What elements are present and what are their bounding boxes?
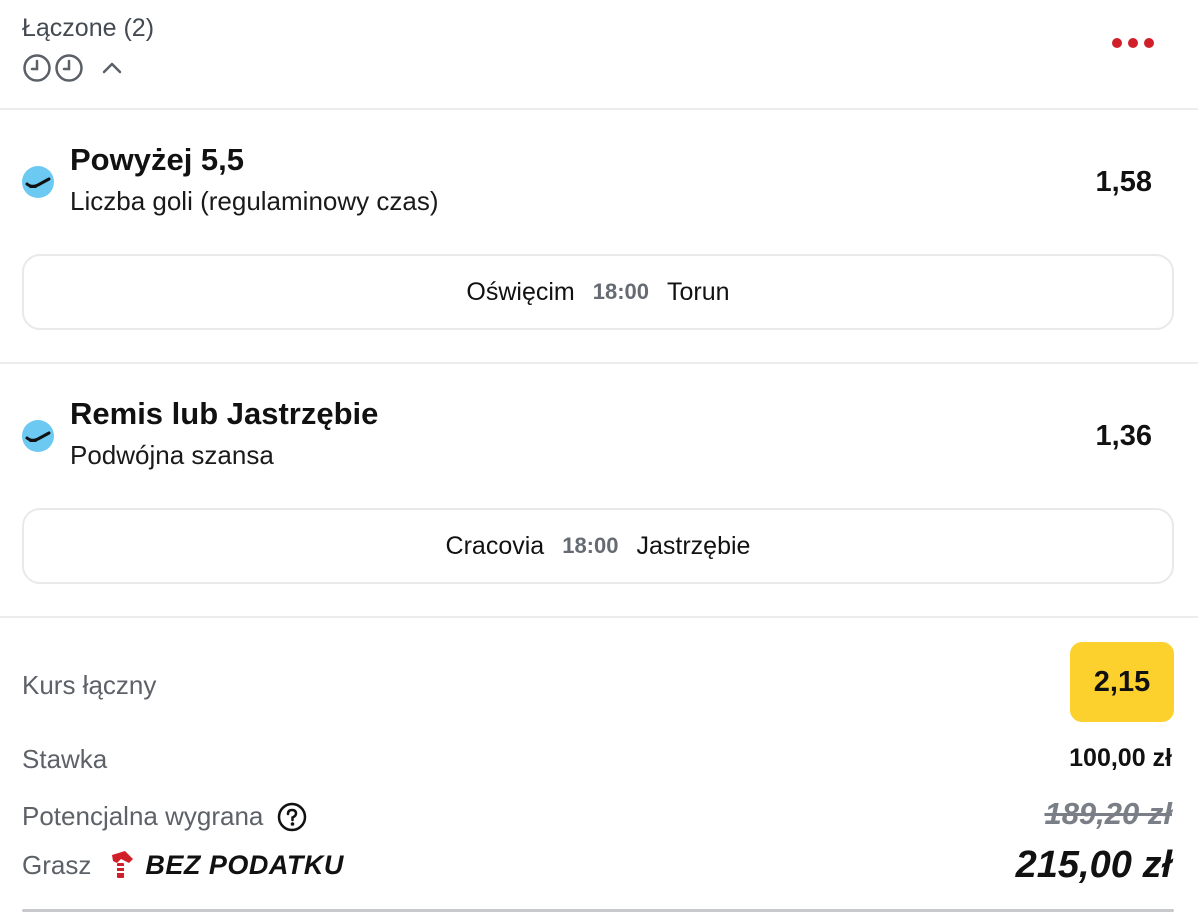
potential-win-row: Potencjalna wygrana <box>22 801 307 832</box>
more-options-icon[interactable] <box>1112 38 1154 48</box>
tax-free-label: BEZ PODATKU <box>145 850 344 880</box>
away-team: Torun <box>667 277 730 306</box>
bet-item: Powyżej 5,5 Liczba goli (regulaminowy cz… <box>0 110 1198 364</box>
bet-selection-name: Powyżej 5,5 <box>70 142 245 177</box>
tax-free-badge: BEZ PODATKU <box>109 850 344 881</box>
clock-icon <box>55 54 83 82</box>
home-team: Oświęcim <box>466 277 575 306</box>
match-time: 18:00 <box>592 279 650 304</box>
potential-win-value: 215,00 zł <box>1015 844 1172 886</box>
potential-win-old-value: 189,20 zł <box>1044 796 1172 831</box>
match-info-button[interactable]: Cracovia 18:00 Jastrzębie <box>22 508 1174 584</box>
bet-type-title: Łączone (2) <box>22 14 155 42</box>
help-icon[interactable] <box>277 802 307 832</box>
stake-value: 100,00 zł <box>1069 744 1172 772</box>
bet-odds: 1,58 <box>1095 166 1152 198</box>
chevron-up-icon[interactable] <box>100 56 124 80</box>
bet-market-name: Liczba goli (regulaminowy czas) <box>70 186 439 216</box>
home-team: Cracovia <box>445 531 545 560</box>
away-team: Jastrzębie <box>636 531 751 560</box>
bet-item: Remis lub Jastrzębie Podwójna szansa 1,3… <box>0 364 1198 618</box>
hockey-icon <box>22 420 54 452</box>
header-icons <box>22 53 124 83</box>
match-time: 18:00 <box>562 533 619 558</box>
bet-slip-header: Łączone (2) <box>0 0 1198 110</box>
bet-odds: 1,36 <box>1095 420 1152 452</box>
total-odds-label: Kurs łączny <box>22 670 157 700</box>
bet-selection-name: Remis lub Jastrzębie <box>70 396 379 431</box>
tax-free-row: Grasz BEZ PODATKU <box>22 850 344 881</box>
clock-icon <box>23 54 51 82</box>
potential-win-label: Potencjalna wygrana <box>22 801 264 831</box>
hockey-icon <box>22 166 54 198</box>
tax-free-logo-icon <box>112 850 134 878</box>
stake-label: Stawka <box>22 744 108 774</box>
play-label: Grasz <box>22 850 92 880</box>
bet-market-name: Podwójna szansa <box>70 440 274 470</box>
bet-summary: Kurs łączny 2,15 Stawka 100,00 zł Potenc… <box>0 618 1198 912</box>
total-odds-badge: 2,15 <box>1070 642 1174 722</box>
match-info-button[interactable]: Oświęcim 18:00 Torun <box>22 254 1174 330</box>
